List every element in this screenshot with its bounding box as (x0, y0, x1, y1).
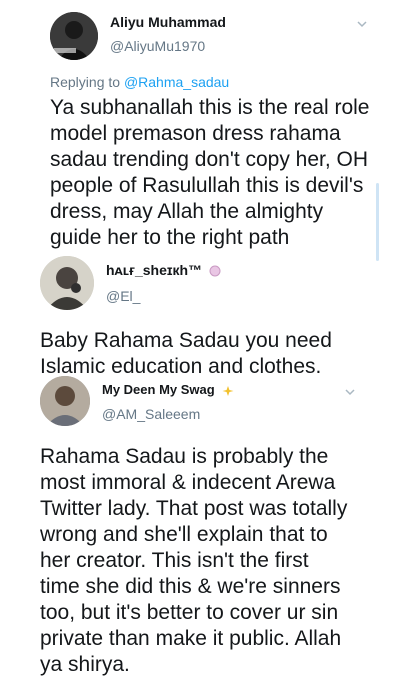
tweet-text-line: Rahama Sadau is probably the (40, 445, 329, 468)
tweet-text: Ya subhanallah this is the real role mod… (50, 95, 380, 251)
tweet-text-line: guide her to the right path (50, 226, 290, 249)
tweet-2[interactable]: hᴀʟғ_sheɪкh™ @El_ Baby Rahama Sadau you … (0, 250, 404, 380)
tweet-text-line: time she did this & we're sinners (40, 575, 341, 598)
display-name[interactable]: My Deen My Swag (102, 382, 235, 397)
avatar[interactable] (40, 376, 90, 426)
display-name[interactable]: Aliyu Muhammad (110, 14, 226, 30)
avatar[interactable] (40, 256, 94, 310)
tweet-text-line: wrong and she'll explain that to (40, 523, 328, 546)
tweet-text: Baby Rahama Sadau you need Islamic educa… (40, 328, 380, 380)
tweet-text-line: Ya subhanallah this is the real role (50, 96, 370, 119)
tweet-text-line: most immoral & indecent Arewa (40, 471, 336, 494)
sparkle-emoji-icon (222, 385, 234, 396)
avatar[interactable] (50, 12, 98, 60)
display-name-text: hᴀʟғ_sheɪкh™ (106, 262, 203, 278)
tweet-text-line: people of Rasulullah this is devil's (50, 174, 364, 197)
display-name[interactable]: hᴀʟғ_sheɪкh™ (106, 262, 221, 278)
replying-to-link[interactable]: @Rahma_sadau (124, 74, 229, 90)
replying-to: Replying to @Rahma_sadau (50, 74, 229, 90)
tweet-text: Rahama Sadau is probably the most immora… (40, 444, 385, 678)
tweet-text-line: dress, may Allah the almighty (50, 200, 324, 223)
tweet-text-line: her creator. This isn't the first (40, 549, 309, 572)
replying-prefix: Replying to (50, 74, 124, 90)
tweet-text-line: private than make it public. Allah (40, 627, 342, 650)
handle[interactable]: @AM_Saleeem (102, 406, 200, 422)
tweet-text-line: sadau trending don't copy her, OH (50, 148, 369, 171)
handle[interactable]: @AliyuMu1970 (110, 38, 205, 54)
tweet-text-line: Baby Rahama Sadau you need (40, 329, 332, 352)
display-name-text: My Deen My Swag (102, 382, 215, 397)
tweet-text-line: ya shirya. (40, 653, 130, 676)
chevron-down-icon[interactable] (356, 18, 368, 30)
tweet-1[interactable]: Aliyu Muhammad @AliyuMu1970 Replying to … (0, 0, 404, 261)
tweet-text-line: too, but it's better to cover ur sin (40, 601, 339, 624)
tweet-text-line: Twitter lady. That post was totally (40, 497, 348, 520)
chevron-down-icon[interactable] (344, 386, 356, 398)
tweet-3[interactable]: My Deen My Swag @AM_Saleeem Rahama Sadau… (0, 374, 404, 683)
handle[interactable]: @El_ (106, 288, 140, 304)
tweet-text-line: model premason dress rahama (50, 122, 341, 145)
emoji-icon (209, 265, 221, 277)
